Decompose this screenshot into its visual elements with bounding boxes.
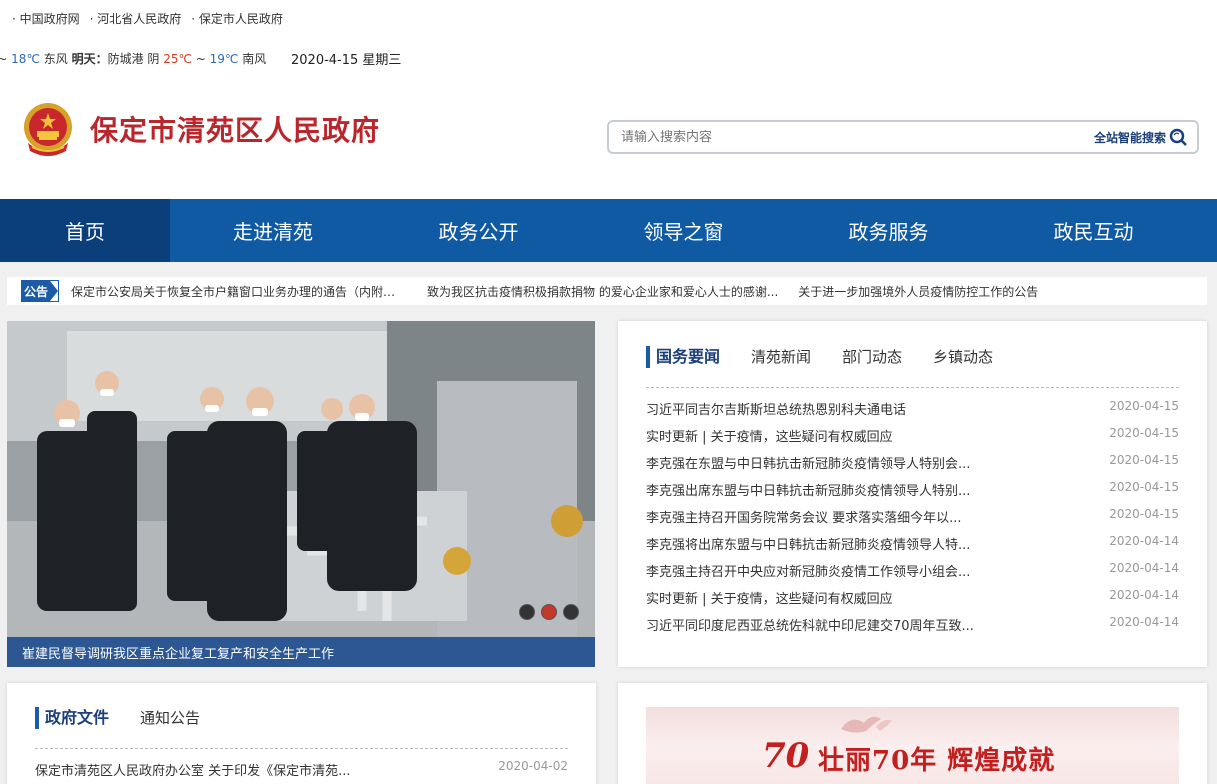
weather-ticker: ℃ ~ 18℃ 东风 明天：防城港 阴 25℃ ~ 19℃ 南风 — [0, 50, 280, 67]
weather-wind-2: 南风 — [238, 51, 267, 66]
documents-panel: 政府文件 通知公告 保定市清苑区人民政府办公室 关于印发《保定市清苑... 202… — [7, 683, 596, 784]
link-baoding-gov[interactable]: · 保定市人民政府 — [191, 10, 283, 27]
news-date: 2020-04-14 — [1109, 560, 1179, 575]
news-tabs: 国务要闻 清苑新闻 部门动态 乡镇动态 — [646, 346, 1024, 368]
link-hebei-gov[interactable]: · 河北省人民政府 — [90, 10, 182, 27]
news-date: 2020-04-15 — [1109, 425, 1179, 440]
slider-dots — [519, 604, 579, 620]
nav-home[interactable]: 首页 — [0, 199, 170, 262]
doc-tabs: 政府文件 通知公告 — [35, 707, 231, 729]
list-item: 李克强将出席东盟与中日韩抗击新冠肺炎疫情领导人特... 2020-04-14 — [646, 530, 1179, 557]
notice-bar: 公告 保定市公安局关于恢复全市户籍窗口业务办理的通告（内附清苑... 致为我区抗… — [7, 277, 1207, 305]
slider-dot-active[interactable] — [541, 604, 557, 620]
slide-caption[interactable]: 崔建民督导调研我区重点企业复工复产和安全生产工作 — [7, 637, 595, 667]
list-item: 李克强出席东盟与中日韩抗击新冠肺炎疫情领导人特别... 2020-04-15 — [646, 476, 1179, 503]
banner-slogan: 壮丽70年 辉煌成就 — [818, 746, 1056, 776]
notice-item[interactable]: 保定市公安局关于恢复全市户籍窗口业务办理的通告（内附清苑... — [71, 283, 407, 300]
news-date: 2020-04-14 — [1109, 533, 1179, 548]
banner-70-logo: 70 — [762, 736, 810, 776]
news-title[interactable]: 习近平同印度尼西亚总统佐科就中印尼建交70周年互致... — [646, 615, 974, 634]
news-date: 2020-04-15 — [1109, 452, 1179, 467]
news-date: 2020-04-14 — [1109, 614, 1179, 629]
tab-town-news[interactable]: 乡镇动态 — [933, 346, 993, 368]
divider — [35, 748, 568, 749]
tab-qingyuan-news[interactable]: 清苑新闻 — [751, 346, 811, 368]
photo-slider[interactable]: 崔建民督导调研我区重点企业复工复产和安全生产工作 — [7, 321, 595, 667]
list-item: 习近平同吉尔吉斯斯坦总统热恩别科夫通电话 2020-04-15 — [646, 395, 1179, 422]
weather-bar: ℃ ~ 18℃ 东风 明天：防城港 阴 25℃ ~ 19℃ 南风 2020-4-… — [0, 49, 402, 68]
news-title[interactable]: 李克强主持召开中央应对新冠肺炎疫情工作领导小组会... — [646, 561, 970, 580]
list-item: 保定市清苑区人民政府办公室 关于印发《保定市清苑... 2020-04-02 — [35, 757, 568, 781]
doc-date: 2020-04-02 — [498, 759, 568, 773]
list-item: 李克强主持召开国务院常务会议 要求落实落细今年以... 2020-04-15 — [646, 503, 1179, 530]
tab-announcements[interactable]: 通知公告 — [140, 707, 200, 729]
list-item: 实时更新 | 关于疫情，这些疑问有权威回应 2020-04-14 — [646, 584, 1179, 611]
weather-temp-low: 18℃ — [11, 51, 40, 66]
weather-tomorrow-label: 明天： — [71, 51, 108, 66]
news-date: 2020-04-15 — [1109, 398, 1179, 413]
news-title[interactable]: 实时更新 | 关于疫情，这些疑问有权威回应 — [646, 588, 893, 607]
link-central-gov[interactable]: · 中国政府网 — [12, 10, 80, 27]
tab-state-news[interactable]: 国务要闻 — [646, 346, 720, 368]
news-title[interactable]: 李克强主持召开国务院常务会议 要求落实落细今年以... — [646, 507, 962, 526]
search-box: 全站智能搜索 — [607, 120, 1199, 154]
notice-item[interactable]: 致为我区抗击疫情积极捐款捐物 的爱心企业家和爱心人士的感谢... — [427, 283, 778, 300]
notice-badge: 公告 — [21, 280, 59, 302]
weather-sep: ~ — [191, 51, 210, 66]
doc-list: 保定市清苑区人民政府办公室 关于印发《保定市清苑... 2020-04-02 — [35, 757, 568, 781]
search-button[interactable]: 全站智能搜索 — [1094, 128, 1187, 146]
search-button-label: 全站智能搜索 — [1093, 130, 1166, 145]
site-logo[interactable]: 保定市清苑区人民政府 — [22, 101, 380, 157]
news-list: 习近平同吉尔吉斯斯坦总统热恩别科夫通电话 2020-04-15 实时更新 | 关于… — [646, 395, 1179, 638]
tab-department-news[interactable]: 部门动态 — [842, 346, 902, 368]
news-title[interactable]: 李克强在东盟与中日韩抗击新冠肺炎疫情领导人特别会... — [646, 453, 970, 472]
list-item: 李克强主持召开中央应对新冠肺炎疫情工作领导小组会... 2020-04-14 — [646, 557, 1179, 584]
search-icon — [1169, 128, 1187, 146]
main-nav: 首页 走进清苑 政务公开 领导之窗 政务服务 政民互动 — [0, 199, 1217, 262]
weather-text: ℃ ~ — [0, 51, 8, 66]
news-title[interactable]: 李克强出席东盟与中日韩抗击新冠肺炎疫情领导人特别... — [646, 480, 970, 499]
slider-dot[interactable] — [563, 604, 579, 620]
weather-city: 防城港 阴 — [107, 51, 164, 66]
news-title[interactable]: 李克强将出席东盟与中日韩抗击新冠肺炎疫情领导人特... — [646, 534, 970, 553]
list-item: 实时更新 | 关于疫情，这些疑问有权威回应 2020-04-15 — [646, 422, 1179, 449]
nav-about-qingyuan[interactable]: 走进清苑 — [170, 199, 376, 262]
weather-temp-high: 25℃ — [163, 51, 192, 66]
page-header — [0, 0, 1217, 199]
anniversary-banner[interactable]: 70 壮丽70年 辉煌成就 — [646, 707, 1179, 784]
nav-interaction[interactable]: 政民互动 — [991, 199, 1196, 262]
nav-gov-affairs[interactable]: 政务公开 — [376, 199, 581, 262]
site-title: 保定市清苑区人民政府 — [90, 114, 381, 147]
weather-temp-low-2: 19℃ — [209, 51, 239, 66]
notice-arrow-icon — [50, 281, 58, 301]
news-date: 2020-04-15 — [1109, 479, 1179, 494]
slide-photo — [7, 321, 595, 667]
news-title[interactable]: 习近平同吉尔吉斯斯坦总统热恩别科夫通电话 — [646, 399, 906, 418]
list-item: 习近平同印度尼西亚总统佐科就中印尼建交70周年互致... 2020-04-14 — [646, 611, 1179, 638]
doc-title[interactable]: 保定市清苑区人民政府办公室 关于印发《保定市清苑... — [35, 760, 351, 779]
current-date: 2020-4-15 星期三 — [291, 52, 402, 68]
nav-leaders[interactable]: 领导之窗 — [581, 199, 786, 262]
top-links: · 中国政府网 · 河北省人民政府 · 保定市人民政府 — [12, 10, 283, 27]
tab-gov-documents[interactable]: 政府文件 — [35, 707, 109, 729]
dove-icon — [841, 716, 892, 733]
news-date: 2020-04-14 — [1109, 587, 1179, 602]
weather-wind: 东风 — [39, 51, 72, 66]
news-date: 2020-04-15 — [1109, 506, 1179, 521]
notice-item[interactable]: 关于进一步加强境外人员疫情防控工作的公告 — [798, 283, 1038, 300]
banner-panel: 70 壮丽70年 辉煌成就 — [618, 683, 1207, 784]
notice-items: 保定市公安局关于恢复全市户籍窗口业务办理的通告（内附清苑... 致为我区抗击疫情… — [71, 283, 1058, 300]
list-item: 李克强在东盟与中日韩抗击新冠肺炎疫情领导人特别会... 2020-04-15 — [646, 449, 1179, 476]
national-emblem-icon — [24, 103, 72, 156]
news-panel: 国务要闻 清苑新闻 部门动态 乡镇动态 习近平同吉尔吉斯斯坦总统热恩别科夫通电话… — [618, 321, 1207, 667]
news-title[interactable]: 实时更新 | 关于疫情，这些疑问有权威回应 — [646, 426, 893, 445]
nav-services[interactable]: 政务服务 — [786, 199, 991, 262]
notice-badge-label: 公告 — [22, 281, 50, 301]
slider-dot[interactable] — [519, 604, 535, 620]
search-input[interactable] — [621, 129, 1094, 145]
divider — [646, 387, 1179, 388]
